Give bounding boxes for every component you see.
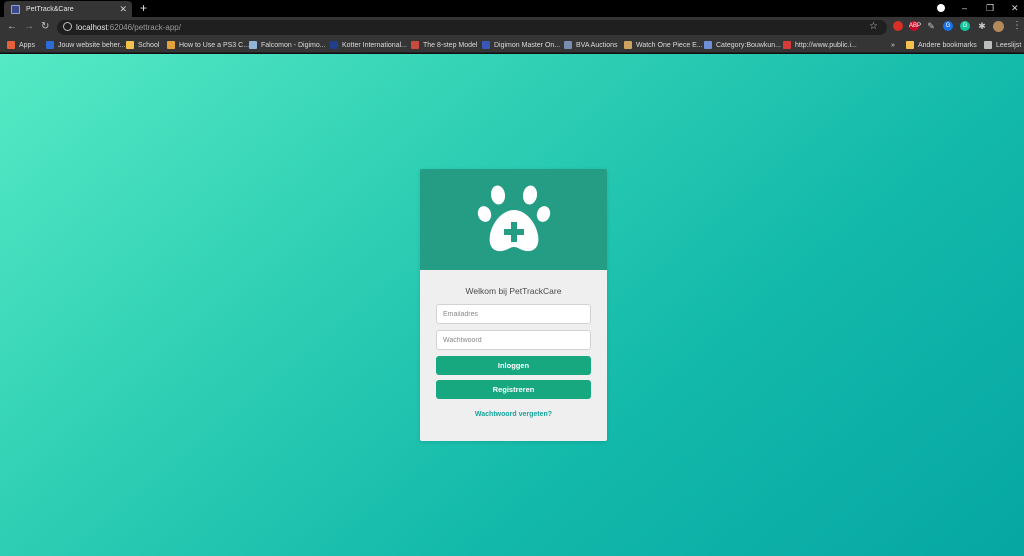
- bookmark-item[interactable]: BVA Auctions: [564, 39, 618, 51]
- bookmark-star-icon[interactable]: ☆: [869, 21, 878, 32]
- profile-icon[interactable]: [937, 4, 945, 12]
- password-field[interactable]: [436, 330, 591, 350]
- reading-list-icon: [984, 41, 992, 49]
- bookmark-favicon-icon: [46, 41, 54, 49]
- forward-icon[interactable]: →: [24, 21, 34, 33]
- bookmark-favicon-icon: [564, 41, 572, 49]
- folder-icon: [906, 41, 914, 49]
- bookmark-favicon-icon: [783, 41, 791, 49]
- window-close-icon[interactable]: ✕: [1011, 2, 1019, 14]
- abp-icon[interactable]: ABP: [909, 21, 921, 31]
- address-bar[interactable]: localhost:62046/pettrack-app/ ☆: [57, 20, 887, 35]
- login-card: Welkom bij PetTrackCare Inloggen Registr…: [420, 169, 607, 441]
- register-button[interactable]: Registreren: [436, 380, 591, 399]
- login-button[interactable]: Inloggen: [436, 356, 591, 375]
- record-icon[interactable]: [893, 21, 903, 31]
- tab-close-icon[interactable]: ✕: [119, 4, 127, 14]
- bookmark-favicon-icon: [249, 41, 257, 49]
- bookmark-favicon-icon: [126, 41, 134, 49]
- login-form: Welkom bij PetTrackCare Inloggen Registr…: [420, 270, 607, 441]
- menu-icon[interactable]: ⋮: [1012, 20, 1022, 32]
- avatar[interactable]: [993, 21, 1004, 32]
- google-icon[interactable]: G: [943, 21, 953, 31]
- tab-strip: PetTrack&Care ✕ + – ❐ ✕: [0, 0, 1024, 17]
- site-info-icon[interactable]: [63, 22, 72, 31]
- bookmark-favicon-icon: [167, 41, 175, 49]
- other-bookmarks[interactable]: Andere bookmarks: [906, 39, 977, 51]
- bookmark-item[interactable]: Jouw website beher...: [46, 39, 125, 51]
- bookmark-item[interactable]: Apps: [7, 39, 35, 51]
- forgot-password-link[interactable]: Wachtwoord vergeten?: [420, 411, 607, 418]
- bookmark-favicon-icon: [482, 41, 490, 49]
- bookmark-item[interactable]: Digimon Master On...: [482, 39, 560, 51]
- bookmark-item[interactable]: Watch One Piece E...: [624, 39, 703, 51]
- puzzle-icon[interactable]: ✱: [977, 21, 987, 31]
- email-field[interactable]: [436, 304, 591, 324]
- bookmark-favicon-icon: [330, 41, 338, 49]
- reading-list[interactable]: Leeslijst: [984, 39, 1021, 51]
- paw-plus-icon: [477, 185, 551, 252]
- bookmark-item[interactable]: http://www.public.i...: [783, 39, 857, 51]
- back-icon[interactable]: ←: [7, 21, 17, 33]
- bookmark-item[interactable]: Category:Bouwkun...: [704, 39, 781, 51]
- reload-icon[interactable]: ↻: [41, 21, 49, 33]
- tab-title: PetTrack&Care: [26, 5, 74, 13]
- url-text[interactable]: localhost:62046/pettrack-app/: [76, 22, 181, 33]
- restore-icon[interactable]: ❐: [986, 2, 994, 14]
- bookmark-item[interactable]: School: [126, 39, 159, 51]
- bookmark-item[interactable]: Falcomon - Digimo...: [249, 39, 326, 51]
- bookmark-item[interactable]: How to Use a PS3 C...: [167, 39, 249, 51]
- bookmark-favicon-icon: [7, 41, 15, 49]
- page-background: Welkom bij PetTrackCare Inloggen Registr…: [0, 54, 1024, 556]
- bookmark-favicon-icon: [624, 41, 632, 49]
- browser-tab[interactable]: PetTrack&Care ✕: [4, 1, 132, 17]
- new-tab-icon[interactable]: +: [140, 1, 147, 15]
- bookmark-item[interactable]: Kotter International...: [330, 39, 407, 51]
- grammarly-icon[interactable]: G: [960, 21, 970, 31]
- bookmark-item[interactable]: The 8-step Model: [411, 39, 477, 51]
- tab-favicon-icon: [11, 4, 20, 14]
- bookmark-favicon-icon: [704, 41, 712, 49]
- browser-toolbar: ← → ↻ localhost:62046/pettrack-app/ ☆ AB…: [0, 17, 1024, 37]
- welcome-heading: Welkom bij PetTrackCare: [465, 286, 562, 296]
- minimize-icon[interactable]: –: [962, 2, 967, 14]
- pin-icon[interactable]: ✎: [926, 21, 936, 31]
- bookmarks-overflow-icon[interactable]: »: [891, 39, 895, 51]
- bookmark-favicon-icon: [411, 41, 419, 49]
- bookmarks-bar: » Andere bookmarks Leeslijst Apps Jouw we…: [0, 37, 1024, 53]
- login-card-header: [420, 169, 607, 270]
